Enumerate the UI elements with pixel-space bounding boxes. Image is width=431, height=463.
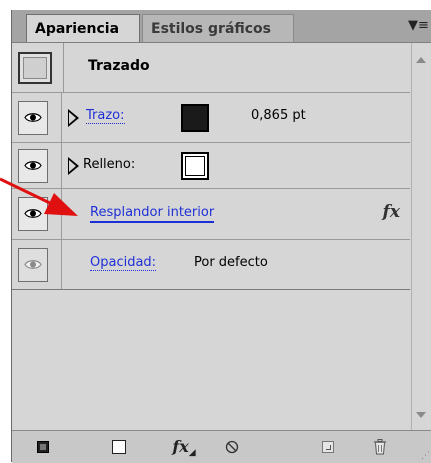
expand-triangle-icon[interactable]	[68, 156, 79, 175]
resize-grip-icon[interactable]: ⋰	[421, 451, 430, 461]
stop-square-icon[interactable]	[30, 437, 56, 457]
new-square-icon[interactable]	[106, 437, 132, 457]
visibility-toggle-inner-glow[interactable]	[12, 189, 62, 239]
stroke-label-link[interactable]: Trazo:	[86, 108, 125, 124]
appearance-list: Trazado Trazo: 0,865 pt Relleno: Resplan…	[12, 43, 410, 430]
fill-row[interactable]: Relleno:	[12, 143, 410, 189]
stroke-row[interactable]: Trazo: 0,865 pt	[12, 93, 410, 143]
object-type-label: Trazado	[88, 58, 150, 74]
eye-icon	[24, 259, 42, 269]
scroll-down-icon[interactable]	[416, 412, 426, 418]
visibility-toggle-stroke[interactable]	[12, 93, 62, 142]
opacity-row[interactable]: Opacidad: Por defecto	[12, 240, 410, 290]
eye-icon	[24, 209, 42, 218]
trash-icon[interactable]	[367, 437, 393, 457]
tab-estilos-graficos[interactable]: Estilos gráficos	[142, 14, 294, 42]
object-header-row: Trazado	[12, 43, 410, 93]
opacity-label-link[interactable]: Opacidad:	[90, 255, 157, 271]
bottom-toolbar: fx◢ ⋰	[12, 430, 431, 463]
object-thumbnail	[18, 52, 52, 84]
stroke-weight-value: 0,865 pt	[251, 108, 306, 123]
fill-label[interactable]: Relleno:	[83, 157, 135, 172]
inner-glow-link[interactable]: Resplandor interior	[90, 205, 215, 223]
scrollbar[interactable]	[411, 43, 431, 430]
appearance-panel: Apariencia Estilos gráficos ▼≡ Trazado T…	[11, 10, 431, 463]
scroll-up-icon[interactable]	[416, 57, 426, 63]
fx-effect-icon: fx	[382, 202, 400, 222]
tab-bar: Apariencia Estilos gráficos ▼≡	[12, 10, 431, 43]
clear-appearance-icon[interactable]	[219, 437, 245, 457]
tab-apariencia[interactable]: Apariencia	[26, 14, 140, 42]
eye-icon	[24, 160, 42, 170]
stroke-color-swatch[interactable]	[181, 103, 209, 132]
fx-menu-icon[interactable]: fx◢	[164, 437, 204, 458]
expand-triangle-icon[interactable]	[68, 108, 79, 127]
inner-glow-row[interactable]: Resplandor interior fx	[12, 189, 410, 240]
object-thumbnail-cell	[12, 43, 62, 92]
fill-color-swatch[interactable]	[181, 151, 209, 180]
fx-label: fx	[172, 437, 189, 456]
panel-menu-icon[interactable]: ▼≡	[408, 18, 429, 34]
opacity-value: Por defecto	[194, 255, 268, 270]
visibility-toggle-opacity[interactable]	[12, 240, 62, 289]
duplicate-item-icon[interactable]	[315, 437, 341, 457]
eye-icon	[24, 112, 42, 122]
visibility-toggle-fill[interactable]	[12, 143, 62, 188]
